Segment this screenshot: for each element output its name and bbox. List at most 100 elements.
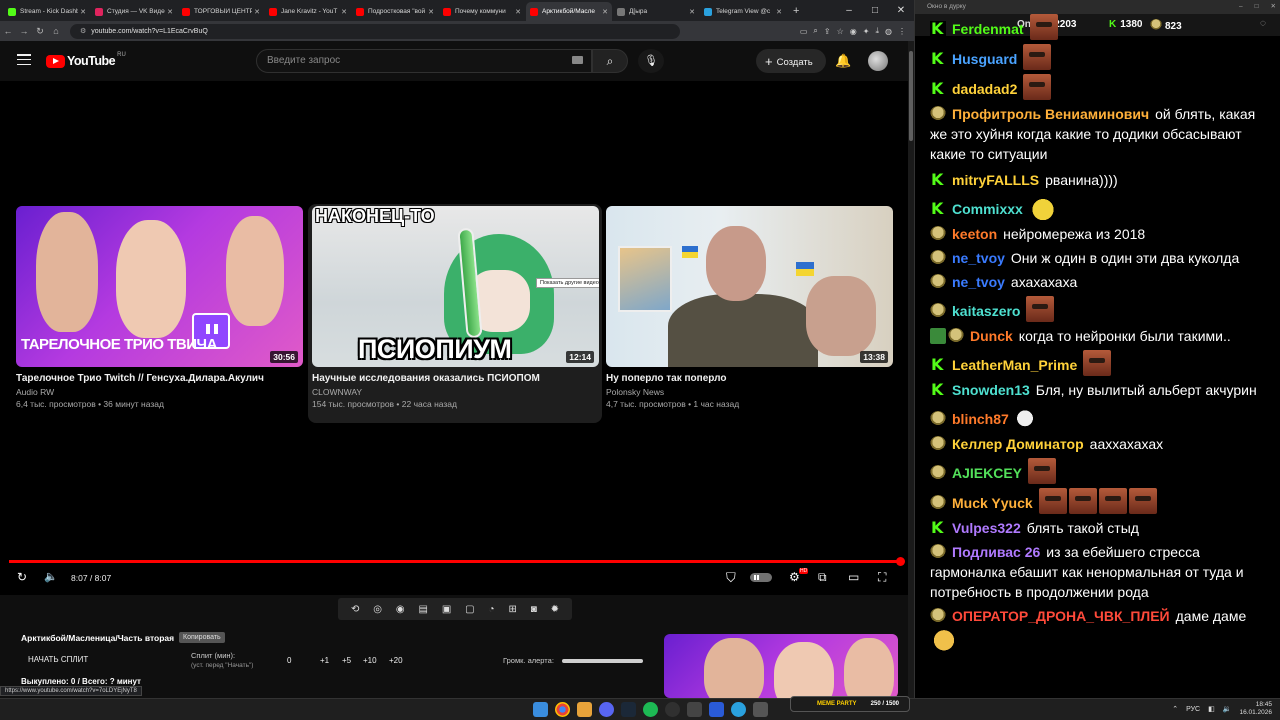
start-split-button[interactable]: НАЧАТЬ СПЛИТ xyxy=(28,655,88,664)
camera-icon[interactable]: ◙ xyxy=(531,604,537,615)
picture-in-picture-icon[interactable]: ▣ xyxy=(442,604,451,615)
extension-icon[interactable]: ◉ xyxy=(850,27,857,36)
close-icon[interactable]: ✕ xyxy=(1271,0,1276,14)
progress-bar[interactable] xyxy=(9,557,905,566)
chat-username[interactable]: dadadad2 xyxy=(952,81,1017,97)
chat-username[interactable]: Snowden13 xyxy=(952,382,1030,398)
start-windows-icon[interactable] xyxy=(533,702,548,717)
app-icon[interactable] xyxy=(687,702,702,717)
miniplayer-icon[interactable]: ⧉ xyxy=(818,570,827,585)
avatar[interactable] xyxy=(868,51,888,71)
tab-close-icon[interactable]: ✕ xyxy=(515,8,521,16)
volume-icon[interactable]: 🔉 xyxy=(1223,705,1232,713)
bookmark-star-icon[interactable]: ☆ xyxy=(837,27,844,36)
share-icon[interactable]: ⇪ xyxy=(824,27,831,36)
browser-tab[interactable]: Stream - Kick Dashb ✕ xyxy=(4,2,90,21)
tab-close-icon[interactable]: ✕ xyxy=(80,8,86,16)
discord-icon[interactable] xyxy=(599,702,614,717)
new-tab-icon[interactable]: + xyxy=(793,2,799,21)
film-icon[interactable]: ▤ xyxy=(418,604,427,615)
youtube-logo[interactable]: YouTube RU xyxy=(46,52,126,68)
minimize-icon[interactable]: – xyxy=(1239,0,1243,14)
chat-username[interactable]: LeatherMan_Prime xyxy=(952,357,1077,373)
tab-close-icon[interactable]: ✕ xyxy=(776,8,782,16)
tab-close-icon[interactable]: ✕ xyxy=(167,8,173,16)
gear-icon[interactable]: ✹ xyxy=(551,604,559,615)
menu-dots-icon[interactable]: ⋮ xyxy=(898,27,906,36)
search-input[interactable]: Введите запрос xyxy=(256,49,592,73)
clock[interactable]: 18:45 16.01.2026 xyxy=(1239,701,1272,717)
screen-icon[interactable]: ▢ xyxy=(465,604,474,615)
shield-play-icon[interactable]: ⛉ xyxy=(726,570,736,586)
site-info-icon[interactable]: ⚙ xyxy=(80,27,86,35)
copy-button[interactable]: Копировать xyxy=(179,632,225,643)
tab-close-icon[interactable]: ✕ xyxy=(341,8,347,16)
browser-tab[interactable]: Подростковая "вой ✕ xyxy=(352,2,438,21)
volume-icon[interactable]: 🔈 xyxy=(44,570,58,583)
meme-party-widget[interactable]: MEME PARTY 250 / 1500 xyxy=(790,696,910,712)
browser-tab[interactable]: Арктикбой/Масле ✕ xyxy=(526,2,612,21)
close-icon[interactable]: ✕ xyxy=(888,0,914,21)
split-add-1-button[interactable]: +1 xyxy=(320,656,329,665)
chat-username[interactable]: Commixxx xyxy=(952,201,1023,217)
split-add-5-button[interactable]: +5 xyxy=(342,656,351,665)
progress-scrubber[interactable] xyxy=(896,557,905,566)
channel-name[interactable]: Audio RW xyxy=(16,387,303,397)
obs-icon[interactable] xyxy=(665,702,680,717)
search-button[interactable]: ⌕ xyxy=(592,49,628,73)
endscreen-video-3[interactable]: 13:38 Ну поперло так поперло Polonsky Ne… xyxy=(606,206,893,409)
voice-search-button[interactable]: 🎙 xyxy=(638,49,664,73)
video-thumbnail[interactable]: ТАРЕЛОЧНОЕ ТРИО ТВИЧА 30:56 xyxy=(16,206,303,367)
menu-hamburger-icon[interactable] xyxy=(17,54,31,66)
chrome-icon[interactable] xyxy=(555,702,570,717)
loop-icon[interactable]: ⟲ xyxy=(351,604,359,615)
endscreen-video-1[interactable]: ТАРЕЛОЧНОЕ ТРИО ТВИЧА 30:56 Тарелочное Т… xyxy=(16,206,303,409)
network-icon[interactable]: ◧ xyxy=(1208,705,1215,713)
chat-username[interactable]: ne_tvoy xyxy=(952,250,1005,266)
browser-tab[interactable]: Д[ыра ✕ xyxy=(613,2,699,21)
split-add-10-button[interactable]: +10 xyxy=(363,656,377,665)
zoom-icon[interactable]: ⌕ xyxy=(813,26,817,36)
cast-icon[interactable]: ▭ xyxy=(800,27,808,36)
language-indicator[interactable]: РУС xyxy=(1186,706,1200,713)
add-icon[interactable]: ⊞ xyxy=(508,604,516,615)
chat-username[interactable]: ОПЕРАТОР_ДРОНА_ЧВК_ПЛЕЙ xyxy=(952,608,1170,624)
channel-name[interactable]: Polonsky News xyxy=(606,387,893,397)
keyboard-icon[interactable] xyxy=(572,56,583,64)
video-title[interactable]: Тарелочное Трио Twitch // Генсуха.Дилара… xyxy=(16,373,303,384)
chat-username[interactable]: Muck Yyuck xyxy=(952,495,1033,511)
replay-icon[interactable]: ↻ xyxy=(17,570,27,584)
url-field[interactable]: ⚙ youtube.com/watch?v=L1EcaCrvBuQ xyxy=(70,23,680,39)
spotify-icon[interactable] xyxy=(643,702,658,717)
browser-tab[interactable]: Jane Kravitz - YouT ✕ xyxy=(265,2,351,21)
download-icon[interactable]: ⤓ xyxy=(875,26,879,36)
speed-icon[interactable]: ◔ xyxy=(489,604,495,615)
browser-tab[interactable]: Студия — VK Видео ✕ xyxy=(91,2,177,21)
chat-username[interactable]: Келлер Доминатор xyxy=(952,436,1084,452)
chat-username[interactable]: Vulpes322 xyxy=(952,520,1021,536)
chat-username[interactable]: blinch87 xyxy=(952,411,1009,427)
autoplay-toggle[interactable] xyxy=(750,573,772,582)
chat-username[interactable]: kaitaszero xyxy=(952,303,1020,319)
chat-username[interactable]: Husguard xyxy=(952,51,1017,67)
audio-wave-icon[interactable]: ◎ xyxy=(373,604,382,615)
browser-tab[interactable]: ТОРГОВЫЙ ЦЕНТР ✕ xyxy=(178,2,264,21)
chat-username[interactable]: AJIEKCEY xyxy=(952,465,1022,481)
chat-username[interactable]: keeton xyxy=(952,226,997,242)
extensions-puzzle-icon[interactable]: ✦ xyxy=(863,27,870,36)
video-thumbnail[interactable]: 13:38 xyxy=(606,206,893,367)
tab-close-icon[interactable]: ✕ xyxy=(689,8,695,16)
notifications-bell-icon[interactable]: 🔔 xyxy=(835,53,851,69)
alert-volume-slider[interactable] xyxy=(562,659,643,663)
chat-username[interactable]: Ferdenmat xyxy=(952,21,1024,37)
home-icon[interactable]: ⌂ xyxy=(48,26,64,36)
tab-close-icon[interactable]: ✕ xyxy=(602,8,608,16)
maximize-icon[interactable]: □ xyxy=(1255,0,1259,14)
tab-close-icon[interactable]: ✕ xyxy=(428,8,434,16)
scrollbar-thumb[interactable] xyxy=(909,51,913,141)
split-value-0[interactable]: 0 xyxy=(287,656,291,665)
browser-tab[interactable]: Почему коммуни ✕ xyxy=(439,2,525,21)
video-player[interactable]: ТАРЕЛОЧНОЕ ТРИО ТВИЧА 30:56 Тарелочное Т… xyxy=(0,81,908,595)
fullscreen-icon[interactable]: ⛶ xyxy=(878,570,886,585)
minimize-icon[interactable]: – xyxy=(836,0,862,21)
